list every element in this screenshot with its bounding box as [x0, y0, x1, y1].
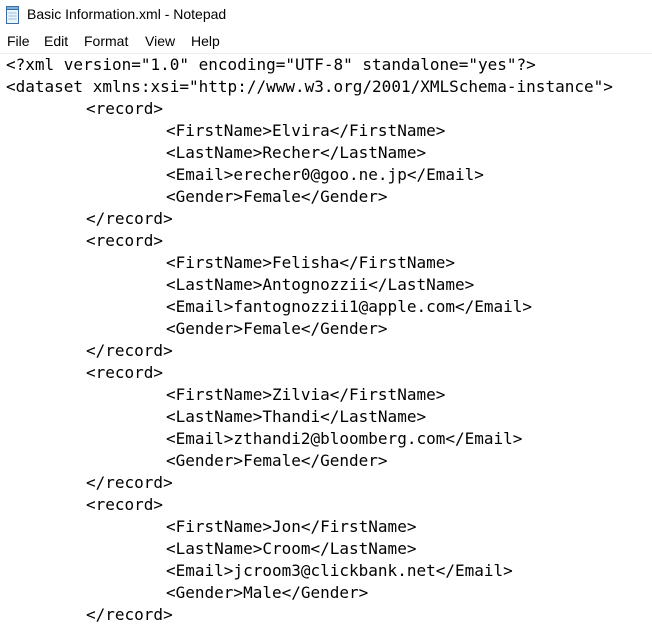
- menu-bar: File Edit Format View Help: [0, 31, 652, 54]
- text-line: <dataset xmlns:xsi="http://www.w3.org/20…: [6, 77, 613, 96]
- text-editor-area[interactable]: <?xml version="1.0" encoding="UTF-8" sta…: [0, 54, 652, 629]
- menu-format[interactable]: Format: [82, 33, 130, 49]
- text-line: <Gender>Female</Gender>: [166, 319, 388, 338]
- window-title: Basic Information.xml - Notepad: [27, 6, 227, 22]
- text-line: <record>: [86, 363, 164, 382]
- text-line: <?xml version="1.0" encoding="UTF-8" sta…: [6, 55, 536, 74]
- text-line: <LastName>Recher</LastName>: [166, 143, 427, 162]
- text-line: </record>: [86, 341, 173, 360]
- text-line: <record>: [86, 495, 164, 514]
- text-line: <Email>fantognozzii1@apple.com</Email>: [166, 297, 533, 316]
- text-line: <LastName>Croom</LastName>: [166, 539, 417, 558]
- text-line: <Email>zthandi2@bloomberg.com</Email>: [166, 429, 523, 448]
- menu-edit[interactable]: Edit: [42, 33, 70, 49]
- text-line: </record>: [86, 605, 173, 624]
- notepad-icon: [5, 6, 21, 24]
- text-line: <LastName>Antognozzii</LastName>: [166, 275, 475, 294]
- text-line: <Gender>Female</Gender>: [166, 451, 388, 470]
- text-line: <record>: [86, 99, 164, 118]
- text-line: <Email>erecher0@goo.ne.jp</Email>: [166, 165, 484, 184]
- notepad-window: Basic Information.xml - Notepad File Edi…: [0, 0, 652, 629]
- menu-view[interactable]: View: [143, 33, 177, 49]
- title-bar[interactable]: Basic Information.xml - Notepad: [0, 0, 652, 30]
- text-line: </record>: [86, 473, 173, 492]
- text-line: <LastName>Thandi</LastName>: [166, 407, 427, 426]
- text-line: <Email>jcroom3@clickbank.net</Email>: [166, 561, 513, 580]
- text-line: <FirstName>Elvira</FirstName>: [166, 121, 446, 140]
- text-line: <FirstName>Felisha</FirstName>: [166, 253, 455, 272]
- text-line: <FirstName>Zilvia</FirstName>: [166, 385, 446, 404]
- menu-file[interactable]: File: [5, 33, 32, 49]
- text-line: <FirstName>Jon</FirstName>: [166, 517, 417, 536]
- text-line: </record>: [86, 209, 173, 228]
- text-line: <record>: [86, 231, 164, 250]
- text-line: <Gender>Male</Gender>: [166, 583, 369, 602]
- text-line: <Gender>Female</Gender>: [166, 187, 388, 206]
- menu-help[interactable]: Help: [189, 33, 222, 49]
